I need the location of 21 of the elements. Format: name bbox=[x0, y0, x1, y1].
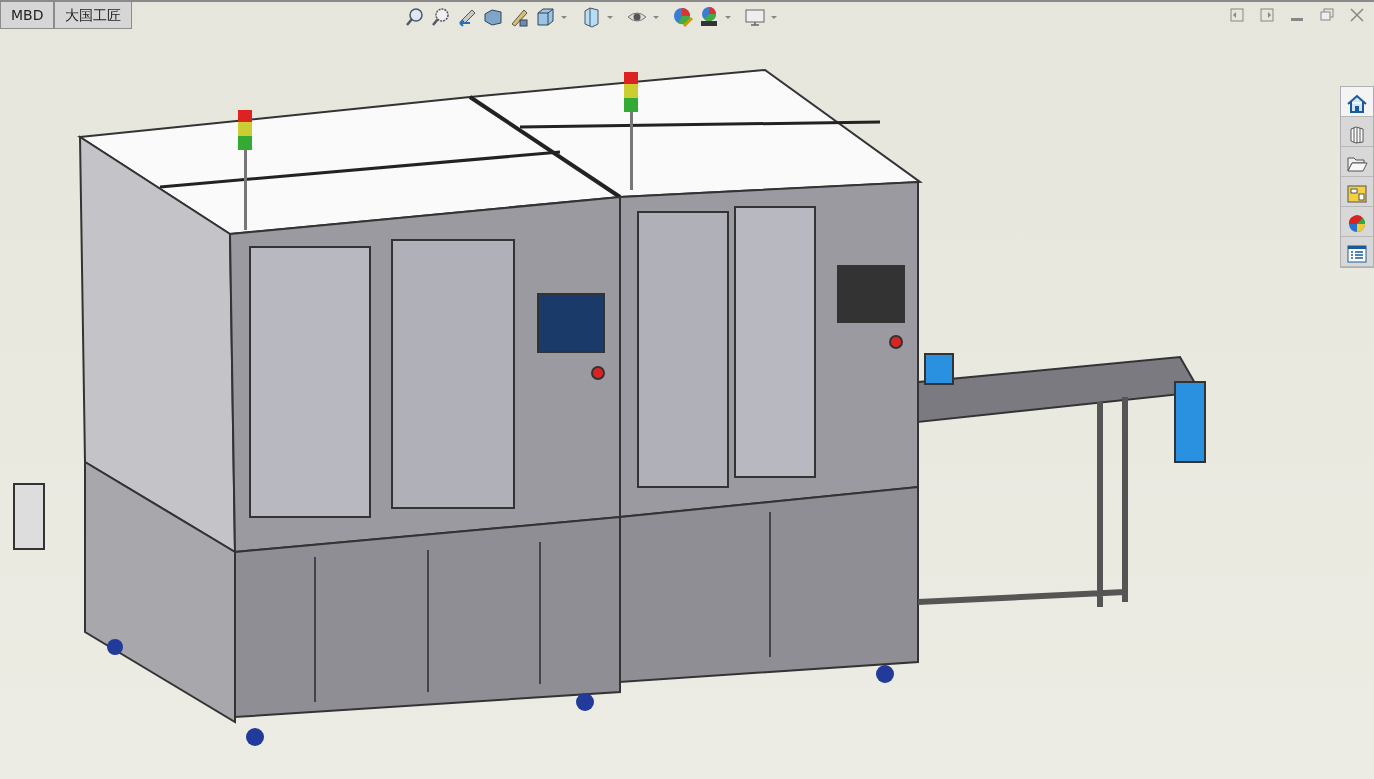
palette-icon bbox=[1346, 183, 1368, 204]
zoom-to-fit-icon[interactable] bbox=[404, 6, 426, 28]
view-orientation-icon[interactable] bbox=[534, 6, 556, 28]
edit-appearance-icon[interactable] bbox=[672, 6, 694, 28]
tab[interactable]: 大国工匠 bbox=[54, 2, 133, 29]
home-button[interactable] bbox=[1341, 87, 1373, 117]
caret-icon[interactable] bbox=[560, 13, 568, 21]
monitor-icon[interactable] bbox=[744, 6, 766, 28]
tile-right-icon[interactable] bbox=[1260, 8, 1274, 22]
form-icon bbox=[1346, 243, 1368, 264]
restore-icon[interactable] bbox=[1320, 8, 1334, 22]
tile-left-icon[interactable] bbox=[1230, 8, 1244, 22]
close-icon[interactable] bbox=[1350, 8, 1364, 22]
zoom-area-icon[interactable] bbox=[430, 6, 452, 28]
caret-icon[interactable] bbox=[652, 13, 660, 21]
caret-icon[interactable] bbox=[770, 13, 778, 21]
color-ball-icon bbox=[1346, 213, 1368, 234]
caret-icon[interactable] bbox=[724, 13, 732, 21]
caret-icon[interactable] bbox=[606, 13, 614, 21]
home-icon bbox=[1346, 93, 1368, 114]
tab[interactable]: MBD bbox=[0, 2, 55, 29]
